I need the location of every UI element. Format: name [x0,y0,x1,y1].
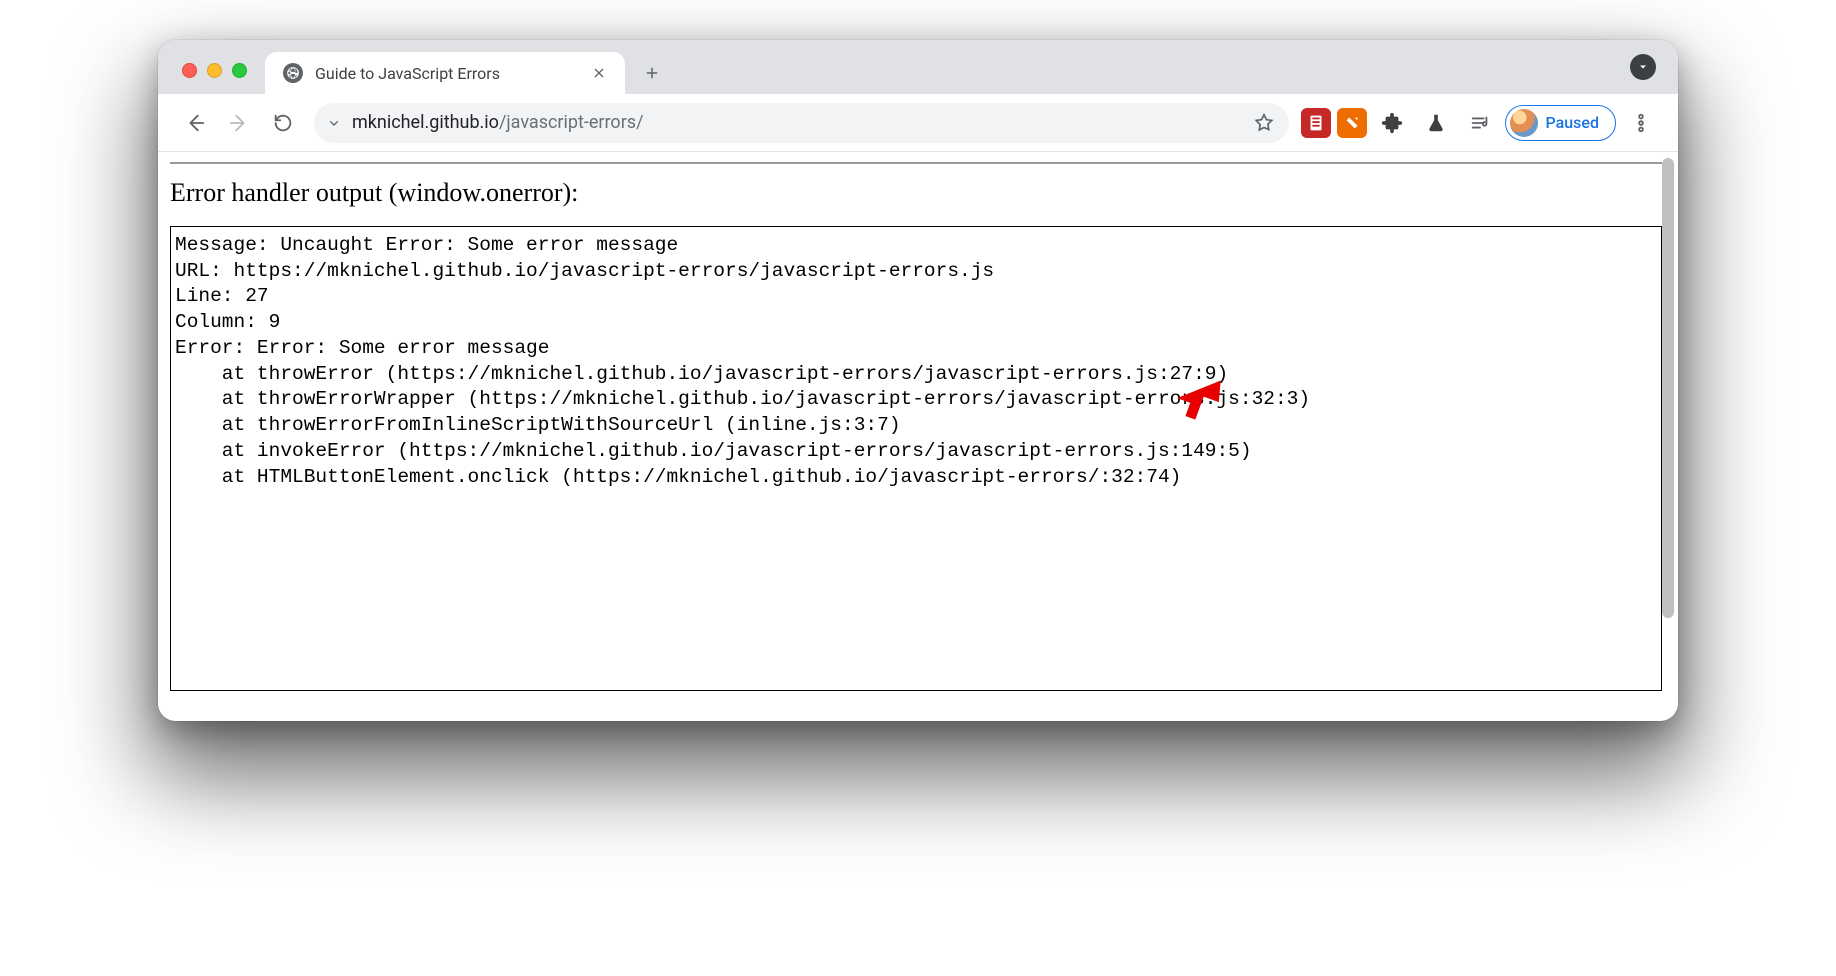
url-text: mknichel.github.io/javascript-errors/ [352,112,1243,133]
new-tab-button[interactable] [635,56,669,90]
vertical-scrollbar[interactable] [1662,158,1674,618]
extensions-puzzle-icon[interactable] [1373,104,1411,142]
forward-button[interactable] [220,104,258,142]
media-reading-list-icon[interactable] [1461,104,1499,142]
address-bar[interactable]: mknichel.github.io/javascript-errors/ [314,103,1289,143]
extension-icon-1[interactable] [1301,108,1331,138]
site-info-icon[interactable] [326,115,342,131]
back-button[interactable] [176,104,214,142]
avatar-icon [1510,109,1538,137]
url-path: /javascript-errors/ [499,112,644,133]
tab-title: Guide to JavaScript Errors [315,64,579,83]
kebab-menu-button[interactable] [1622,104,1660,142]
labs-flask-icon[interactable] [1417,104,1455,142]
page-viewport: Error handler output (window.onerror): M… [158,152,1678,721]
extension-icon-2[interactable] [1337,108,1367,138]
browser-toolbar: mknichel.github.io/javascript-errors/ Pa… [158,94,1678,152]
error-output-box: Message: Uncaught Error: Some error mess… [170,226,1662,691]
bookmark-star-icon[interactable] [1253,112,1275,134]
tab-close-button[interactable] [591,65,607,81]
tab-strip: Guide to JavaScript Errors [158,40,1678,94]
browser-window: Guide to JavaScript Errors mkni [158,40,1678,721]
window-minimize-button[interactable] [207,63,222,78]
horizontal-rule [170,162,1662,164]
globe-icon [283,63,303,83]
window-close-button[interactable] [182,63,197,78]
profile-status: Paused [1546,113,1599,132]
profile-chip[interactable]: Paused [1505,105,1616,141]
section-heading: Error handler output (window.onerror): [170,178,1662,208]
window-zoom-button[interactable] [232,63,247,78]
url-host: mknichel.github.io [352,112,499,133]
window-controls [182,63,247,78]
browser-tab-active[interactable]: Guide to JavaScript Errors [265,52,625,94]
search-tabs-button[interactable] [1630,54,1656,80]
reload-button[interactable] [264,104,302,142]
